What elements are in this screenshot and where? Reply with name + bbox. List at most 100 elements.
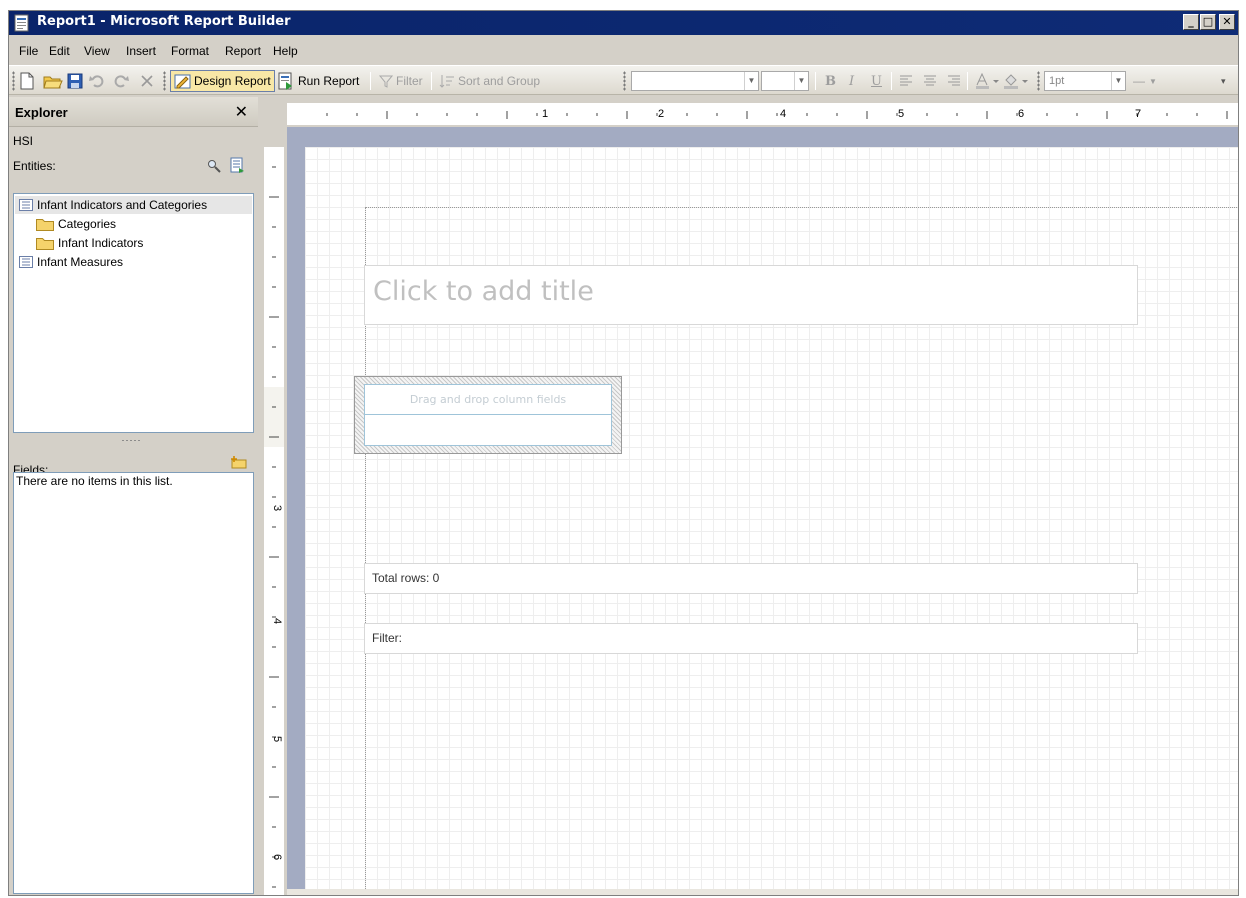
run-report-icon: [278, 72, 292, 90]
font-color-button[interactable]: [975, 70, 1001, 92]
ruler-label: 4: [271, 618, 283, 624]
entity-item[interactable]: Infant Measures: [15, 253, 123, 271]
align-left-button[interactable]: [899, 70, 913, 92]
menu-help[interactable]: Help: [273, 44, 298, 58]
chevron-down-icon: ▼: [1111, 72, 1125, 90]
line-width-combo[interactable]: 1pt ▼: [1044, 71, 1126, 91]
horizontal-ruler: 1 2 4 5 6 7: [287, 103, 1238, 125]
delete-button[interactable]: [139, 70, 155, 92]
menu-insert[interactable]: Insert: [126, 44, 156, 58]
line-style-button[interactable]: — ▼: [1133, 70, 1157, 92]
toolbar-separator: [967, 72, 968, 90]
table[interactable]: Drag and drop column fields: [364, 384, 612, 446]
title-bar[interactable]: Report1 - Microsoft Report Builder _ □ ✕: [9, 11, 1238, 35]
design-report-icon: [174, 74, 191, 89]
entity-folder-item[interactable]: Categories: [36, 215, 116, 233]
new-button[interactable]: [19, 70, 35, 92]
entity-list-icon: [19, 256, 33, 268]
sort-and-group-button[interactable]: Sort and Group: [439, 70, 540, 92]
toolbar-separator: [431, 72, 432, 90]
chevron-down-icon: ▼: [794, 72, 808, 90]
undo-icon: [89, 75, 104, 88]
window-title: Report1 - Microsoft Report Builder: [37, 14, 291, 29]
menu-format[interactable]: Format: [171, 44, 209, 58]
ruler-ticks: [269, 166, 279, 888]
toolbar-grip[interactable]: [1037, 71, 1040, 91]
explorer-close-icon[interactable]: ✕: [235, 102, 248, 121]
toolbar-overflow-icon[interactable]: ▾: [1221, 70, 1226, 92]
vertical-ruler: 3 4 5 6: [264, 147, 284, 895]
line-width-value: 1pt: [1049, 75, 1065, 87]
font-family-combo[interactable]: ▼: [631, 71, 759, 91]
minimize-button[interactable]: _: [1183, 14, 1199, 30]
sort-and-group-label: Sort and Group: [458, 74, 541, 88]
explorer-pane: Explorer ✕ HSI Entities: Infant Indicato…: [9, 97, 258, 895]
total-rows-text: Total rows: 0: [372, 571, 440, 585]
fields-list[interactable]: There are no items in this list.: [13, 472, 254, 894]
toolbar-separator: [370, 72, 371, 90]
align-center-button[interactable]: [923, 70, 937, 92]
close-window-button[interactable]: ✕: [1219, 14, 1235, 30]
vertical-scrollbar[interactable]: ▲ ▼: [1238, 127, 1239, 889]
chevron-down-icon: ▼: [744, 72, 758, 90]
report-page[interactable]: Click to add title Drag and drop column …: [305, 147, 1238, 895]
menu-edit[interactable]: Edit: [49, 44, 70, 58]
ruler-label: 2: [658, 108, 664, 120]
horizontal-scrollbar[interactable]: [287, 889, 1238, 895]
toolbar-separator: [891, 72, 892, 90]
filter-textbox[interactable]: Filter:: [364, 623, 1138, 654]
sort-group-icon: [439, 75, 454, 88]
toolbar-grip[interactable]: [623, 71, 626, 91]
open-icon: [43, 76, 63, 89]
entity-item[interactable]: Infant Indicators and Categories: [15, 196, 252, 214]
pane-splitter[interactable]: [121, 439, 141, 443]
underline-button[interactable]: U: [871, 70, 882, 92]
toolbar-grip[interactable]: [12, 71, 15, 91]
italic-button[interactable]: I: [849, 70, 854, 92]
design-report-button[interactable]: Design Report: [170, 70, 275, 92]
entities-list[interactable]: Infant Indicators and Categories Categor…: [13, 193, 254, 433]
find-icon[interactable]: [207, 159, 221, 173]
folder-icon: [36, 237, 54, 250]
new-icon: [20, 72, 34, 90]
folder-icon: [36, 218, 54, 231]
menu-file[interactable]: File: [19, 44, 38, 58]
redo-button[interactable]: [113, 70, 129, 92]
delete-icon: [141, 75, 153, 87]
ruler-label: 6: [1018, 108, 1024, 120]
entity-folder-item[interactable]: Infant Indicators: [36, 234, 143, 252]
toolbar-grip[interactable]: [163, 71, 166, 91]
menu-bar: File Edit View Insert Format Report Help: [9, 41, 1238, 63]
explorer-header: Explorer ✕: [9, 97, 258, 127]
scroll-down-button[interactable]: ▼: [1238, 873, 1239, 889]
maximize-button[interactable]: □: [1200, 14, 1216, 30]
align-right-button[interactable]: [947, 70, 961, 92]
toolbar: Design Report Run Report Filter Sort and…: [9, 65, 1238, 95]
font-size-combo[interactable]: ▼: [761, 71, 809, 91]
explorer-title: Explorer: [15, 105, 68, 120]
entity-list-icon: [19, 199, 33, 211]
table-region[interactable]: Drag and drop column fields: [354, 376, 622, 454]
align-right-icon: [948, 75, 960, 86]
filter-icon: [379, 75, 393, 88]
open-button[interactable]: [43, 70, 63, 92]
total-rows-textbox[interactable]: Total rows: 0: [364, 563, 1138, 594]
report-builder-app-icon: [14, 14, 29, 32]
menu-report[interactable]: Report: [225, 44, 261, 58]
report-title-textbox[interactable]: Click to add title: [364, 265, 1138, 325]
filter-button[interactable]: Filter: [379, 70, 423, 92]
bold-button[interactable]: B: [825, 70, 836, 92]
run-report-button[interactable]: Run Report: [277, 70, 359, 92]
menu-view[interactable]: View: [84, 44, 110, 58]
ruler-label: 7: [1135, 108, 1141, 120]
entity-list-icon[interactable]: [229, 157, 245, 173]
table-column-drop-zone[interactable]: Drag and drop column fields: [365, 385, 611, 415]
scroll-up-button[interactable]: ▲: [1238, 127, 1239, 143]
align-left-icon: [900, 75, 912, 86]
ruler-label: 4: [780, 108, 786, 120]
ruler-label: 6: [271, 854, 283, 860]
undo-button[interactable]: [89, 70, 105, 92]
add-field-icon[interactable]: [229, 455, 247, 469]
fill-color-button[interactable]: [1003, 70, 1031, 92]
save-button[interactable]: [67, 70, 83, 92]
